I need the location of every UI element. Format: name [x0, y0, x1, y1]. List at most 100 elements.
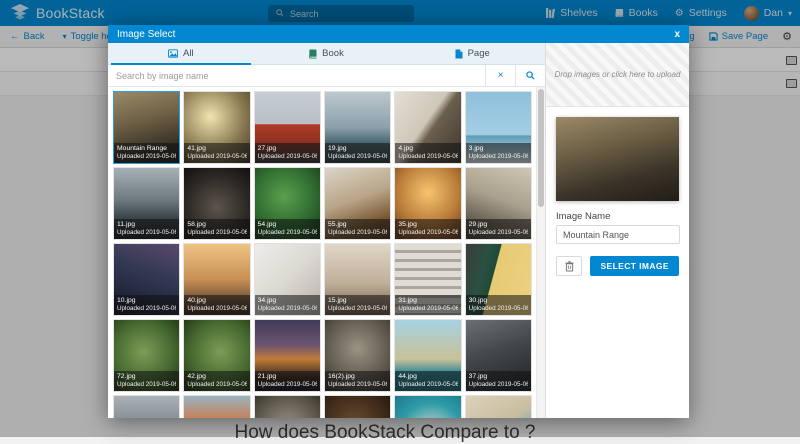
image-name: 19.jpg	[328, 145, 387, 153]
image-uploaded-date: Uploaded 2019-05-06 13:06	[469, 305, 528, 313]
image-uploaded-date: Uploaded 2019-05-06 13:06	[398, 229, 457, 237]
close-icon: ×	[498, 70, 504, 81]
image-cell[interactable]: 58.jpgUploaded 2019-05-06 13:06	[183, 167, 250, 240]
tab-label: All	[183, 48, 194, 59]
image-uploaded-date: Uploaded 2019-05-06 13:06	[328, 305, 387, 313]
image-caption: 21.jpgUploaded 2019-05-06 13:06	[255, 371, 320, 391]
image-name: 41.jpg	[187, 145, 246, 153]
tab-page[interactable]: Page	[399, 43, 545, 64]
scrollbar-thumb[interactable]	[538, 89, 544, 207]
image-name: 3.jpg	[469, 145, 528, 153]
image-name: 30.jpg	[469, 297, 528, 305]
image-cell[interactable]: 44.jpgUploaded 2019-05-06 13:06	[394, 319, 461, 392]
image-cell[interactable]: 4.jpgUploaded 2019-05-06 13:06	[394, 91, 461, 164]
image-cell[interactable]: 15.jpgUploaded 2019-05-06 13:06	[324, 243, 391, 316]
image-caption: Mountain RangeUploaded 2019-05-06 13:06	[114, 143, 179, 163]
modal-title: Image Select	[117, 29, 175, 40]
image-cell[interactable]: 40.jpgUploaded 2019-05-06 13:06	[183, 243, 250, 316]
image-cell[interactable]: 29.jpgUploaded 2019-05-06 13:06	[465, 167, 532, 240]
image-cell[interactable]: 42.jpgUploaded 2019-05-06 13:06	[183, 319, 250, 392]
image-uploaded-date: Uploaded 2019-05-06 13:06	[187, 381, 246, 389]
image-name-input[interactable]	[556, 225, 680, 244]
image-cell[interactable]: 72.jpgUploaded 2019-05-06 13:06	[113, 319, 180, 392]
image-cell[interactable]	[465, 395, 532, 418]
image-cell[interactable]: 3.jpgUploaded 2019-05-06 13:06	[465, 91, 532, 164]
image-caption: 31.jpgUploaded 2019-05-06 13:06	[395, 295, 460, 315]
tab-bar: All Book Page	[108, 43, 545, 65]
image-caption: 37.jpgUploaded 2019-05-06 13:06	[466, 371, 531, 391]
image-search-input[interactable]	[108, 65, 485, 86]
image-uploaded-date: Uploaded 2019-05-06 13:06	[258, 381, 317, 389]
image-uploaded-date: Uploaded 2019-05-06 13:06	[187, 305, 246, 313]
image-name: 16(2).jpg	[328, 373, 387, 381]
image-name: 4.jpg	[398, 145, 457, 153]
image-cell[interactable]	[324, 395, 391, 418]
image-caption: 30.jpgUploaded 2019-05-06 13:06	[466, 295, 531, 315]
image-name: 11.jpg	[117, 221, 176, 229]
image-caption: 19.jpgUploaded 2019-05-06 13:06	[325, 143, 390, 163]
image-caption: 29.jpgUploaded 2019-05-06 13:06	[466, 219, 531, 239]
close-icon[interactable]: x	[674, 29, 680, 40]
image-cell[interactable]	[394, 395, 461, 418]
clear-search-button[interactable]: ×	[485, 65, 515, 86]
grid-scrollbar[interactable]	[536, 87, 545, 418]
image-select-modal: Image Select x All Book	[108, 25, 689, 418]
search-button[interactable]	[515, 65, 545, 86]
image-name: 40.jpg	[187, 297, 246, 305]
image-name: 37.jpg	[469, 373, 528, 381]
search-icon	[526, 71, 535, 80]
image-cell[interactable]: 54.jpgUploaded 2019-05-06 13:06	[254, 167, 321, 240]
image-cell[interactable]: 27.jpgUploaded 2019-05-06 13:06	[254, 91, 321, 164]
image-uploaded-date: Uploaded 2019-05-06 13:06	[117, 381, 176, 389]
trash-icon	[565, 261, 574, 272]
image-cell[interactable]: 31.jpgUploaded 2019-05-06 13:06	[394, 243, 461, 316]
image-caption: 27.jpgUploaded 2019-05-06 13:06	[255, 143, 320, 163]
image-cell[interactable]: Mountain RangeUploaded 2019-05-06 13:06	[113, 91, 180, 164]
image-cell[interactable]: 41.jpgUploaded 2019-05-06 13:06	[183, 91, 250, 164]
image-caption: 35.jpgUploaded 2019-05-06 13:06	[395, 219, 460, 239]
image-uploaded-date: Uploaded 2019-05-06 13:06	[187, 229, 246, 237]
image-uploaded-date: Uploaded 2019-05-06 13:06	[469, 229, 528, 237]
image-cell[interactable]: 16(2).jpgUploaded 2019-05-06 13:06	[324, 319, 391, 392]
image-icon	[168, 49, 178, 58]
image-name: 27.jpg	[258, 145, 317, 153]
image-cell[interactable]: 21.jpgUploaded 2019-05-06 13:06	[254, 319, 321, 392]
image-caption: 34.jpgUploaded 2019-05-06 13:06	[255, 295, 320, 315]
image-thumbnail	[395, 396, 460, 418]
image-uploaded-date: Uploaded 2019-05-06 13:06	[328, 229, 387, 237]
image-cell[interactable]: 35.jpgUploaded 2019-05-06 13:06	[394, 167, 461, 240]
image-cell[interactable]: 10.jpgUploaded 2019-05-06 13:06	[113, 243, 180, 316]
image-name: 58.jpg	[187, 221, 246, 229]
image-cell[interactable]: 34.jpgUploaded 2019-05-06 13:06	[254, 243, 321, 316]
image-uploaded-date: Uploaded 2019-05-06 13:06	[117, 229, 176, 237]
image-cell[interactable]: 55.jpgUploaded 2019-05-06 13:06	[324, 167, 391, 240]
image-thumbnail	[184, 396, 249, 418]
image-cell[interactable]: 19.jpgUploaded 2019-05-06 13:06	[324, 91, 391, 164]
image-caption: 4.jpgUploaded 2019-05-06 13:06	[395, 143, 460, 163]
image-caption: 10.jpgUploaded 2019-05-06 13:06	[114, 295, 179, 315]
modal-header: Image Select x	[108, 25, 689, 43]
image-name: 15.jpg	[328, 297, 387, 305]
tab-all[interactable]: All	[108, 43, 254, 64]
image-uploaded-date: Uploaded 2019-05-06 13:06	[258, 305, 317, 313]
image-uploaded-date: Uploaded 2019-05-06 13:06	[398, 381, 457, 389]
image-cell[interactable]: 11.jpgUploaded 2019-05-06 13:06	[113, 167, 180, 240]
book-icon	[309, 49, 317, 59]
image-cell[interactable]	[113, 395, 180, 418]
image-name: 10.jpg	[117, 297, 176, 305]
image-name: 35.jpg	[398, 221, 457, 229]
delete-image-button[interactable]	[556, 256, 582, 276]
image-uploaded-date: Uploaded 2019-05-06 13:06	[328, 381, 387, 389]
select-image-button[interactable]: SELECT IMAGE	[590, 256, 679, 276]
image-caption: 3.jpgUploaded 2019-05-06 13:06	[466, 143, 531, 163]
image-cell[interactable]	[254, 395, 321, 418]
upload-dropzone[interactable]: Drop images or click here to upload	[546, 43, 689, 107]
image-caption: 54.jpgUploaded 2019-05-06 13:06	[255, 219, 320, 239]
image-cell[interactable]: 37.jpgUploaded 2019-05-06 13:06	[465, 319, 532, 392]
image-caption: 55.jpgUploaded 2019-05-06 13:06	[325, 219, 390, 239]
image-name: 29.jpg	[469, 221, 528, 229]
tab-book[interactable]: Book	[254, 43, 400, 64]
image-cell[interactable]: 30.jpgUploaded 2019-05-06 13:06	[465, 243, 532, 316]
image-caption: 44.jpgUploaded 2019-05-06 13:06	[395, 371, 460, 391]
image-cell[interactable]	[183, 395, 250, 418]
